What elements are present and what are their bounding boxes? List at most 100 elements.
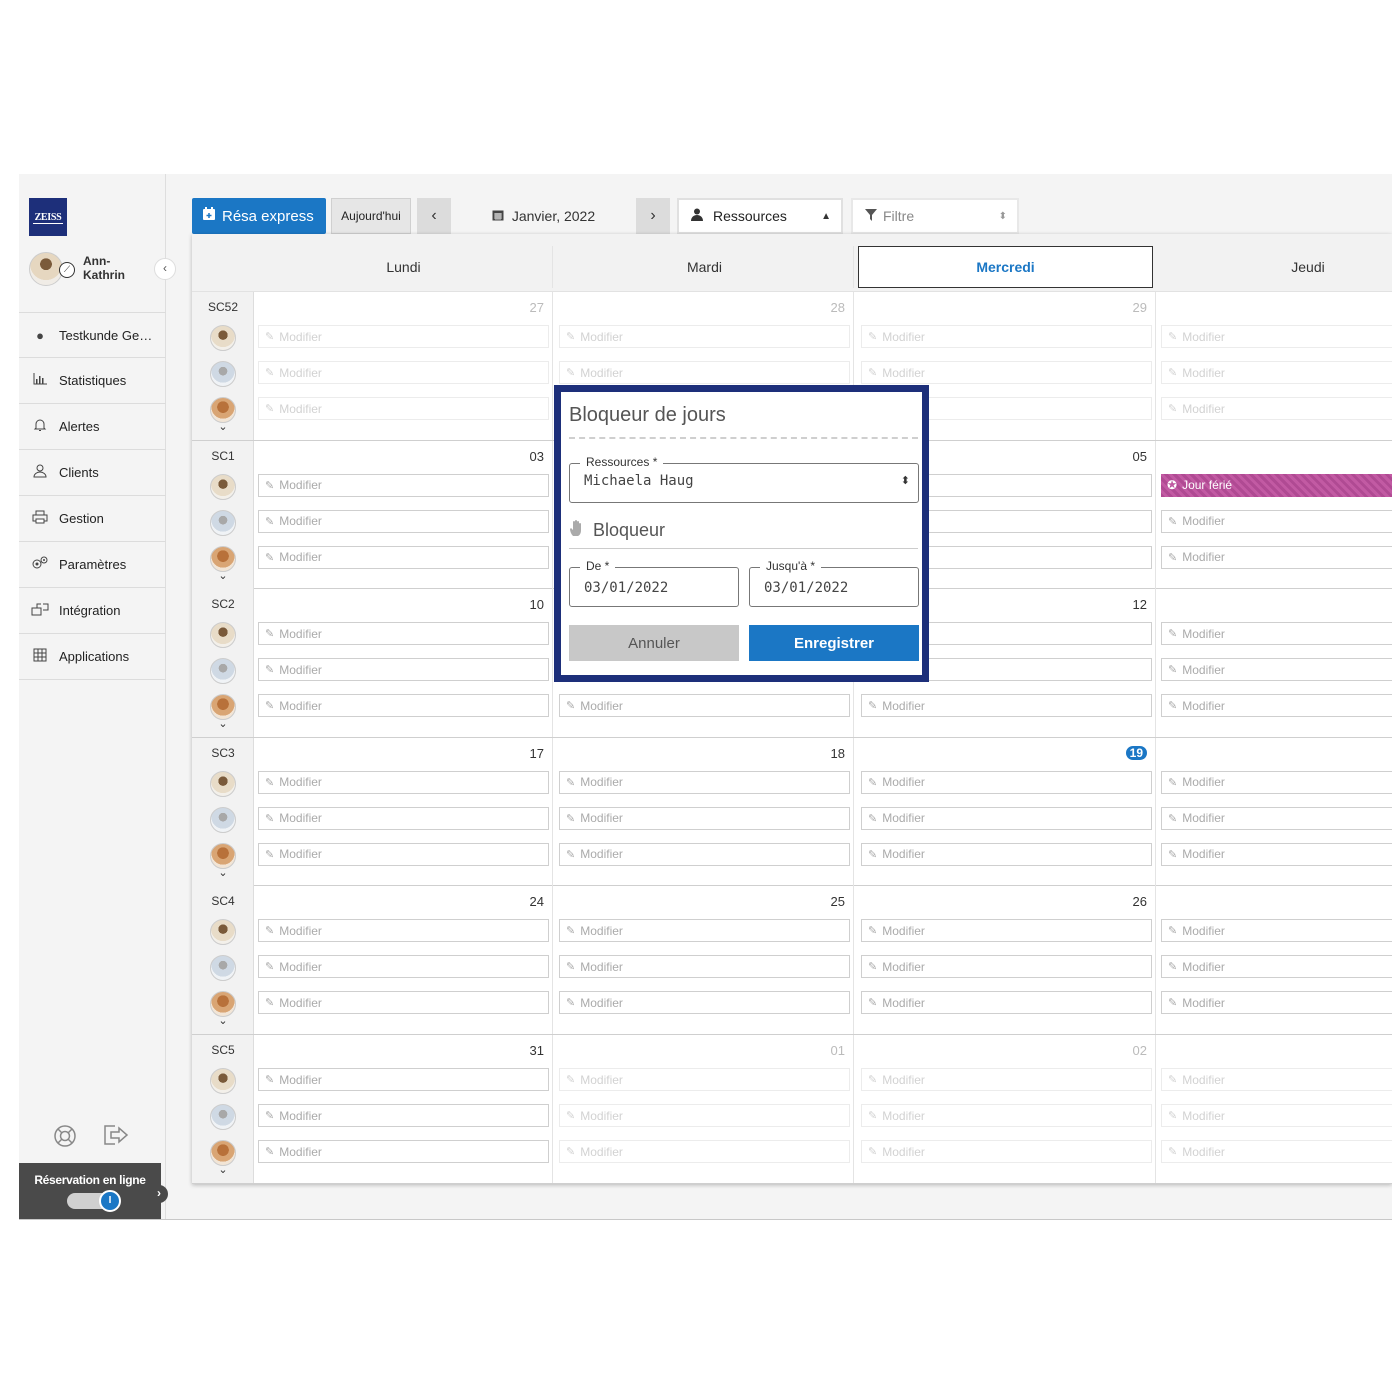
chevron-down-icon[interactable]: ⌄ xyxy=(192,866,254,879)
chevron-down-icon[interactable]: ⌄ xyxy=(192,1014,254,1027)
online-booking-toggle[interactable]: I xyxy=(67,1190,121,1212)
chevron-down-icon[interactable]: ⌄ xyxy=(192,717,254,730)
modifier-slot[interactable]: ✎ Modifier xyxy=(861,1104,1152,1127)
modifier-slot[interactable]: ✎ Modifier xyxy=(1161,361,1392,384)
sidebar-item-applications[interactable]: Applications xyxy=(19,634,166,680)
sidebar-item-gestion[interactable]: Gestion xyxy=(19,496,166,542)
modifier-slot[interactable]: ✎ Modifier xyxy=(559,919,850,943)
modifier-slot[interactable]: ✎ Modifier xyxy=(258,1140,549,1163)
chevron-down-icon[interactable]: ⌄ xyxy=(192,1163,254,1176)
chevron-right-icon[interactable]: › xyxy=(150,1185,168,1203)
modifier-slot[interactable]: ✎ Modifier xyxy=(861,955,1152,979)
modifier-slot[interactable]: ✎ Modifier xyxy=(258,955,549,979)
modifier-slot[interactable]: ✎ Modifier xyxy=(1161,1068,1392,1091)
modifier-slot[interactable]: ✎ Modifier xyxy=(258,325,549,348)
modifier-slot[interactable]: ✎ Modifier xyxy=(1161,770,1392,794)
modifier-slot[interactable]: ✎ Modifier xyxy=(559,1068,850,1091)
avatar[interactable] xyxy=(210,361,236,387)
modifier-slot[interactable]: ✎ Modifier xyxy=(258,694,549,718)
modifier-slot[interactable]: ✎ Modifier xyxy=(559,1140,850,1163)
modifier-slot[interactable]: ✎ Modifier xyxy=(861,842,1152,866)
modifier-slot[interactable]: ✎ Modifier xyxy=(258,509,549,533)
modifier-slot[interactable]: ✎ Modifier xyxy=(861,1140,1152,1163)
modifier-slot[interactable]: ✎ Modifier xyxy=(258,991,549,1015)
sidebar-item-statistiques[interactable]: Statistiques xyxy=(19,358,166,404)
modifier-slot[interactable]: ✎ Modifier xyxy=(1161,919,1392,943)
modifier-slot[interactable]: ✎ Modifier xyxy=(258,1104,549,1127)
modifier-slot[interactable]: ✎ Modifier xyxy=(258,770,549,794)
modifier-slot[interactable]: ✎ Modifier xyxy=(258,806,549,830)
avatar[interactable] xyxy=(210,1104,236,1130)
modifier-slot[interactable]: ✎ Modifier xyxy=(1161,545,1392,569)
modifier-slot[interactable]: ✎ Modifier xyxy=(1161,509,1392,533)
sidebar-item-integration[interactable]: Intégration xyxy=(19,588,166,634)
modifier-slot[interactable]: ✎ Modifier xyxy=(861,1068,1152,1091)
modifier-slot[interactable]: ✎ Modifier xyxy=(559,325,850,348)
modifier-slot[interactable]: ✎ Modifier xyxy=(1161,622,1392,646)
modifier-slot[interactable]: ✎ Modifier xyxy=(1161,842,1392,866)
lifebuoy-icon[interactable] xyxy=(53,1124,77,1154)
resources-select[interactable]: Ressources ▲ xyxy=(677,198,843,234)
chevron-left-icon[interactable]: ‹ xyxy=(417,198,451,234)
modifier-slot[interactable]: ✎ Modifier xyxy=(559,842,850,866)
modifier-slot[interactable]: ✎ Modifier xyxy=(559,694,850,718)
from-date-field[interactable]: De * 03/01/2022 xyxy=(569,559,739,607)
resources-field[interactable]: Ressources * Michaela Haug ⬍ xyxy=(569,455,919,503)
modifier-slot[interactable]: ✎ Modifier xyxy=(1161,991,1392,1015)
modifier-slot[interactable]: ✎ Modifier xyxy=(559,806,850,830)
avatar[interactable] xyxy=(210,919,236,946)
modifier-slot[interactable]: ✎ Modifier xyxy=(1161,658,1392,682)
chevron-down-icon[interactable]: ⌄ xyxy=(192,569,254,582)
modifier-slot[interactable]: ✎ Modifier xyxy=(1161,955,1392,979)
user-profile[interactable]: ⟋ Ann- Kathrin ‹ xyxy=(29,250,176,290)
month-selector[interactable]: Janvier, 2022 xyxy=(451,198,636,234)
sidebar-item-parametres[interactable]: Paramètres xyxy=(19,542,166,588)
modifier-slot[interactable]: ✎ Modifier xyxy=(258,842,549,866)
avatar[interactable] xyxy=(210,955,236,982)
avatar[interactable] xyxy=(210,622,236,649)
modifier-slot[interactable]: ✎ Modifier xyxy=(1161,806,1392,830)
avatar[interactable] xyxy=(210,806,236,833)
logout-icon[interactable] xyxy=(103,1124,129,1154)
modifier-slot[interactable]: ✎ Modifier xyxy=(1161,325,1392,348)
modifier-slot[interactable]: ✎ Modifier xyxy=(861,770,1152,794)
modifier-slot[interactable]: ✎ Modifier xyxy=(1161,1140,1392,1163)
modifier-slot[interactable]: ✎ Modifier xyxy=(258,658,549,682)
avatar[interactable] xyxy=(210,658,236,685)
filter-select[interactable]: Filtre ⬍ xyxy=(851,198,1019,234)
modifier-slot[interactable]: ✎ Modifier xyxy=(258,545,549,569)
modifier-slot[interactable]: ✎ Modifier xyxy=(258,1068,549,1091)
modifier-slot[interactable]: ✎ Modifier xyxy=(559,955,850,979)
avatar[interactable] xyxy=(210,325,236,351)
modifier-slot[interactable]: ✎ Modifier xyxy=(1161,694,1392,718)
modifier-slot[interactable]: ✎ Modifier xyxy=(861,991,1152,1015)
sidebar-item-testkunde[interactable]: ● Testkunde Ger… xyxy=(19,312,166,358)
modifier-slot[interactable]: ✎ Modifier xyxy=(559,991,850,1015)
modifier-slot[interactable]: ✎ Modifier xyxy=(861,806,1152,830)
resa-express-button[interactable]: Résa express xyxy=(192,198,326,234)
holiday-event[interactable]: ✪ Jour férié xyxy=(1161,473,1392,497)
modifier-slot[interactable]: ✎ Modifier xyxy=(258,473,549,497)
avatar[interactable] xyxy=(210,770,236,797)
modifier-slot[interactable]: ✎ Modifier xyxy=(258,622,549,646)
modifier-slot[interactable]: ✎ Modifier xyxy=(258,397,549,420)
avatar[interactable] xyxy=(210,1068,236,1094)
modifier-slot[interactable]: ✎ Modifier xyxy=(559,770,850,794)
today-button[interactable]: Aujourd'hui xyxy=(331,198,411,234)
zeiss-logo[interactable]: ZEISS xyxy=(29,198,67,236)
modifier-slot[interactable]: ✎ Modifier xyxy=(861,361,1152,384)
modifier-slot[interactable]: ✎ Modifier xyxy=(258,919,549,943)
modifier-slot[interactable]: ✎ Modifier xyxy=(861,325,1152,348)
modifier-slot[interactable]: ✎ Modifier xyxy=(1161,1104,1392,1127)
to-date-field[interactable]: Jusqu'à * 03/01/2022 xyxy=(749,559,919,607)
modifier-slot[interactable]: ✎ Modifier xyxy=(1161,397,1392,420)
modifier-slot[interactable]: ✎ Modifier xyxy=(861,919,1152,943)
cancel-button[interactable]: Annuler xyxy=(569,625,739,661)
modifier-slot[interactable]: ✎ Modifier xyxy=(559,1104,850,1127)
avatar[interactable] xyxy=(210,473,236,500)
sidebar-item-clients[interactable]: Clients xyxy=(19,450,166,496)
save-button[interactable]: Enregistrer xyxy=(749,625,919,661)
chevron-down-icon[interactable]: ⌄ xyxy=(192,420,254,433)
modifier-slot[interactable]: ✎ Modifier xyxy=(559,361,850,384)
modifier-slot[interactable]: ✎ Modifier xyxy=(258,361,549,384)
